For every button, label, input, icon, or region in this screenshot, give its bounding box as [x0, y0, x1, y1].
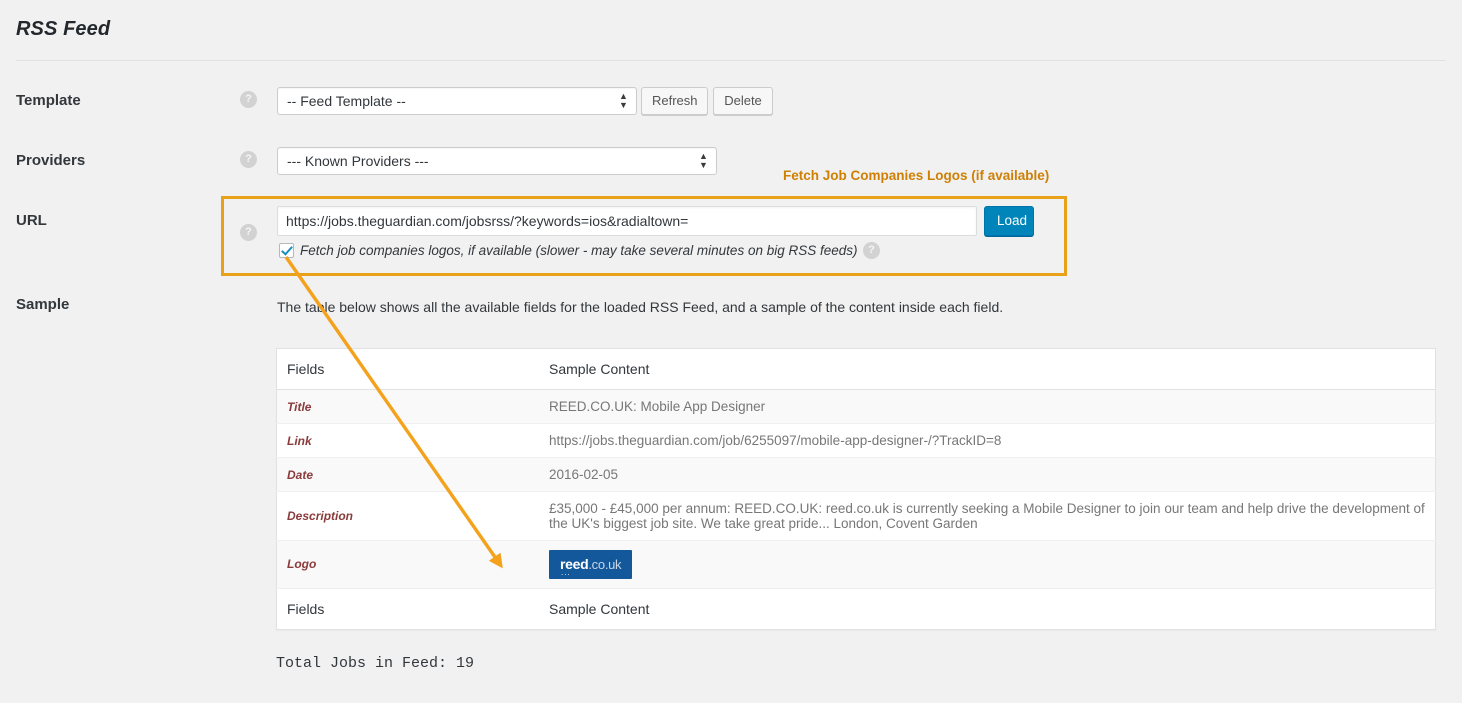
sample-label: Sample: [16, 296, 70, 313]
providers-select-value: --- Known Providers ---: [287, 153, 429, 169]
providers-select[interactable]: --- Known Providers --- ▲ ▼: [277, 147, 717, 175]
providers-label: Providers: [16, 152, 86, 169]
table-cell-field-name: Link: [276, 423, 539, 458]
table-footer-row: Fields Sample Content: [276, 587, 1436, 629]
table-footer-fields: Fields: [276, 587, 539, 629]
template-label: Template: [16, 92, 81, 109]
url-input[interactable]: [277, 206, 977, 236]
reed-logo-dots: ...: [561, 567, 571, 577]
table-cell-field-name: Title: [276, 389, 539, 424]
help-icon-template[interactable]: ?: [240, 91, 257, 108]
total-jobs-text: Total Jobs in Feed: 19: [276, 655, 475, 672]
table-cell-sample-content: £35,000 - £45,000 per annum: REED.CO.UK:…: [539, 491, 1436, 541]
load-button[interactable]: Load: [984, 206, 1034, 236]
table-cell-sample-content: https://jobs.theguardian.com/job/6255097…: [539, 423, 1436, 458]
chevron-updown-icon: ▲ ▼: [699, 151, 708, 170]
table-header-fields: Fields: [276, 348, 539, 390]
url-label: URL: [16, 212, 47, 229]
chevron-updown-icon: ▲ ▼: [619, 91, 628, 110]
table-row: Title REED.CO.UK: Mobile App Designer: [276, 389, 1436, 424]
table-cell-field-name: Date: [276, 457, 539, 492]
table-row: Date 2016-02-05: [276, 457, 1436, 492]
table-cell-sample-content: 2016-02-05: [539, 457, 1436, 492]
help-icon-fetch-logos[interactable]: ?: [863, 242, 880, 259]
sample-description: The table below shows all the available …: [277, 299, 1004, 315]
table-cell-field-name: Logo: [276, 540, 539, 589]
table-row: Logo reed.co.uk ...: [276, 540, 1436, 589]
sample-fields-table: Fields Sample Content Title REED.CO.UK: …: [276, 348, 1436, 630]
reed-logo-tld: .co.uk: [588, 557, 622, 572]
fetch-logos-checkbox-label: Fetch job companies logos, if available …: [300, 243, 858, 258]
reed-logo: reed.co.uk ...: [549, 550, 633, 579]
table-footer-sample-content: Sample Content: [539, 587, 1436, 629]
header-divider: [16, 60, 1446, 61]
table-cell-field-name: Description: [276, 491, 539, 541]
table-cell-sample-content: REED.CO.UK: Mobile App Designer: [539, 389, 1436, 424]
table-header-sample-content: Sample Content: [539, 348, 1436, 390]
delete-button[interactable]: Delete: [713, 87, 773, 115]
annotation-callout-text: Fetch Job Companies Logos (if available): [783, 168, 1050, 183]
table-row: Link https://jobs.theguardian.com/job/62…: [276, 423, 1436, 458]
help-icon-providers[interactable]: ?: [240, 151, 257, 168]
table-header-row: Fields Sample Content: [276, 348, 1436, 390]
help-icon-url[interactable]: ?: [240, 224, 257, 241]
table-row: Description £35,000 - £45,000 per annum:…: [276, 491, 1436, 541]
table-cell-sample-logo: reed.co.uk ...: [539, 540, 1436, 589]
template-select[interactable]: -- Feed Template -- ▲ ▼: [277, 87, 637, 115]
template-select-value: -- Feed Template --: [287, 93, 406, 109]
fetch-logos-checkbox[interactable]: [279, 243, 294, 258]
refresh-button[interactable]: Refresh: [641, 87, 708, 115]
page-title: RSS Feed: [16, 18, 111, 40]
